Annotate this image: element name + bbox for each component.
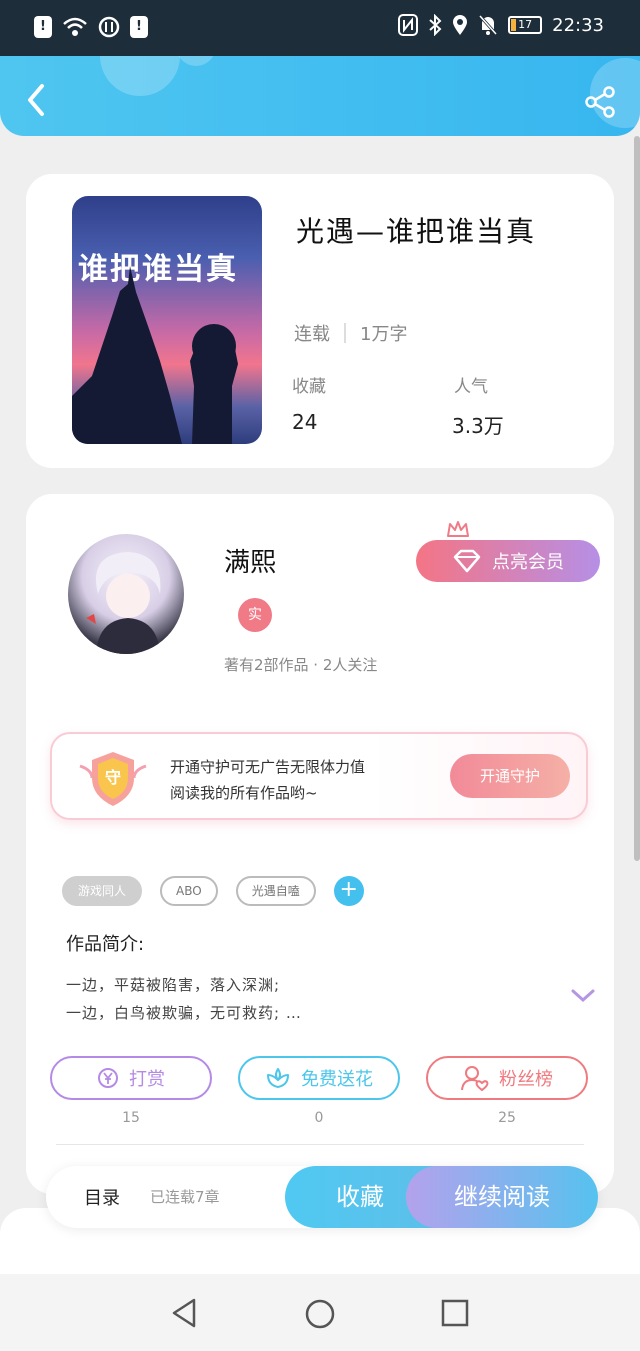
system-nav-bar: [0, 1274, 640, 1351]
wifi-icon: [63, 17, 87, 36]
fan-ranking-label: 粉丝榜: [499, 1069, 553, 1090]
author-avatar[interactable]: [68, 534, 184, 654]
tag-abo[interactable]: ABO: [160, 876, 218, 906]
cover-illustration: [72, 266, 238, 444]
intro-line-1: 一边，平菇被陷害，落入深渊;: [66, 976, 281, 994]
diamond-icon: [453, 549, 481, 573]
back-button[interactable]: [20, 80, 52, 120]
word-count: 1万字: [360, 324, 408, 345]
vip-button[interactable]: 点亮会员: [416, 540, 600, 582]
add-tag-button[interactable]: +: [333, 876, 364, 906]
guard-description: 开通守护可无广告无限体力值 阅读我的所有作品哟~: [170, 754, 365, 806]
share-icon[interactable]: [582, 84, 618, 120]
user-heart-icon: [461, 1066, 489, 1091]
chapter-count: 已连载7章: [150, 1188, 220, 1206]
recents-square-icon[interactable]: [440, 1298, 470, 1328]
guard-line-1: 开通守护可无广告无限体力值: [170, 758, 366, 776]
avatar-illustration: [86, 552, 161, 654]
battery-icon: 17: [508, 16, 543, 34]
yen-icon: [98, 1068, 118, 1088]
favorites-value: 24: [292, 410, 318, 434]
flower-count: 0: [314, 1110, 324, 1126]
author-meta: 著有2部作品 · 2人关注: [224, 656, 378, 674]
guard-line-2: 阅读我的所有作品哟~: [170, 784, 318, 802]
toc-button[interactable]: 目录: [84, 1184, 120, 1210]
popularity-value: 3.3万: [452, 414, 504, 438]
status-time: 22:33: [552, 14, 604, 36]
send-flower-button[interactable]: 免费送花: [238, 1056, 400, 1100]
tag-list: 游戏同人 ABO 光遇自嗑 +: [62, 876, 364, 906]
guard-banner[interactable]: 守 开通守护可无广告无限体力值 阅读我的所有作品哟~ 开通守护: [50, 732, 588, 820]
guard-badge-text: 守: [104, 768, 121, 787]
send-flower-label: 免费送花: [301, 1069, 373, 1090]
intro-label: 作品简介:: [66, 934, 145, 955]
continue-reading-button[interactable]: 继续阅读: [406, 1166, 598, 1228]
chevron-down-icon[interactable]: [570, 988, 596, 1004]
mute-icon: [479, 15, 498, 35]
fan-ranking-button[interactable]: 粉丝榜: [426, 1056, 588, 1100]
crown-icon: [447, 521, 469, 537]
bottom-action-bar: 目录 已连载7章 收藏 继续阅读: [46, 1166, 598, 1228]
bluetooth-icon: [429, 14, 442, 36]
book-info-card: 谁把谁当真 光遇—谁把谁当真 连载 1万字 收藏 24 人气 3.3万: [26, 174, 614, 468]
home-circle-icon[interactable]: [304, 1298, 336, 1330]
divider: [344, 323, 346, 343]
status-icons-left: ! !: [34, 16, 148, 38]
divider: [56, 1144, 584, 1145]
scrollbar[interactable]: [634, 136, 640, 861]
tag-game-fanfic[interactable]: 游戏同人: [62, 876, 143, 906]
serial-status: 连载: [294, 324, 330, 345]
book-status: 连载 1万字: [294, 320, 407, 346]
status-icons-right: 17 22:33: [398, 14, 604, 36]
fan-count: 25: [498, 1110, 516, 1126]
book-cover[interactable]: 谁把谁当真: [72, 196, 262, 444]
tag-sky-ship[interactable]: 光遇自嗑: [235, 876, 316, 906]
decor-bubble: [100, 56, 180, 96]
alert-icon: !: [34, 16, 52, 38]
nfc-icon: [398, 14, 419, 36]
author-card: 满熙 实 著有2部作品 · 2人关注 点亮会员 守 开通守护可无广告无限体力值 …: [26, 494, 614, 1194]
header-bar: [0, 56, 640, 136]
author-name: 满熙: [224, 548, 277, 578]
tip-button[interactable]: 打赏: [50, 1056, 212, 1100]
vip-button-label: 点亮会员: [492, 552, 564, 573]
verified-badge: 实: [238, 598, 272, 632]
back-triangle-icon[interactable]: [170, 1298, 198, 1328]
popularity-label: 人气: [454, 377, 488, 397]
intro-line-2: 一边，白鸟被欺骗，无可救药; …: [66, 1004, 302, 1022]
battery-level: 17: [518, 18, 533, 31]
tip-label: 打赏: [129, 1069, 165, 1090]
flower-icon: [267, 1068, 289, 1088]
location-icon: [453, 15, 468, 35]
tip-count: 15: [122, 1110, 140, 1126]
decor-bubble: [176, 56, 216, 66]
data-speed-icon: [98, 16, 120, 38]
open-guard-button[interactable]: 开通守护: [450, 754, 570, 798]
sim-icon: !: [130, 16, 148, 38]
favorites-label: 收藏: [292, 377, 326, 397]
status-bar: ! ! 17 22:33: [0, 0, 640, 56]
book-title: 光遇—谁把谁当真: [296, 215, 537, 248]
